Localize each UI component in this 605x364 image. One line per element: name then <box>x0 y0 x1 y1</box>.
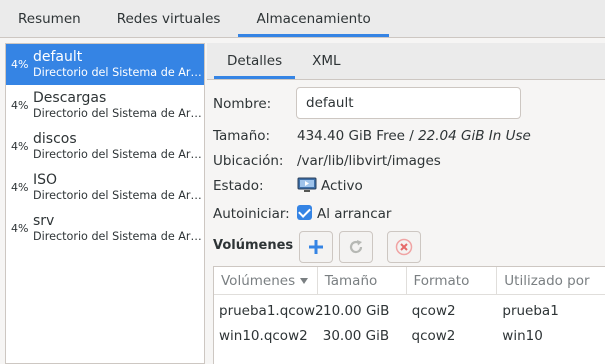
autostart-checkbox[interactable] <box>297 205 312 220</box>
column-header-utilizado-por[interactable]: Utilizado por <box>497 267 605 295</box>
running-icon <box>297 177 317 192</box>
plus-icon <box>309 240 323 254</box>
column-header-label: Volúmenes <box>221 273 296 289</box>
location-value: /var/lib/libvirt/images <box>297 153 441 169</box>
pool-description: Directorio del Sistema de Ar… <box>33 66 202 79</box>
size-label: Tamaño: <box>213 128 271 144</box>
pool-usage: 4% <box>11 58 29 71</box>
delete-volume-button[interactable] <box>387 231 421 263</box>
volume-size: 30.00 GiB <box>322 327 390 344</box>
pool-item-descargas[interactable]: 4% Descargas Directorio del Sistema de A… <box>6 85 204 126</box>
size-value: 434.40 GiB Free / 22.04 GiB In Use <box>297 128 531 144</box>
sort-down-icon <box>300 278 309 284</box>
refresh-volumes-button[interactable] <box>339 231 373 263</box>
pool-usage: 4% <box>11 99 29 112</box>
pool-description: Directorio del Sistema de Ar… <box>33 148 202 161</box>
column-header-formato[interactable]: Formato <box>407 267 498 295</box>
pool-description: Directorio del Sistema de Ar… <box>33 230 202 243</box>
volume-size: 10.00 GiB <box>323 302 390 319</box>
pool-name: default <box>33 49 83 65</box>
tab-almacenamiento[interactable]: Almacenamiento <box>238 0 390 37</box>
volume-name: prueba1.qcow2 <box>219 302 324 319</box>
volumes-heading: Volúmenes <box>213 238 294 253</box>
tab-xml[interactable]: XML <box>299 43 353 79</box>
size-in-use: 22.04 GiB In Use <box>418 128 531 144</box>
volume-format: qcow2 <box>411 302 456 319</box>
delete-icon <box>395 238 413 256</box>
pool-item-iso[interactable]: 4% ISO Directorio del Sistema de Ar… <box>6 167 204 208</box>
autostart-value: Al arrancar <box>317 206 392 222</box>
state-label: Estado: <box>213 178 264 194</box>
autostart-toggle[interactable]: Al arrancar <box>297 205 392 222</box>
storage-pool-list: 4% default Directorio del Sistema de Ar…… <box>5 43 205 364</box>
refresh-icon <box>349 240 363 254</box>
column-header-tamano[interactable]: Tamaño <box>318 267 407 295</box>
name-label: Nombre: <box>213 96 272 112</box>
volumes-table-header: Volúmenes Tamaño Formato Utilizado por <box>214 267 605 295</box>
pool-name-input[interactable] <box>296 87 521 119</box>
state-value-wrap: Activo <box>297 177 363 194</box>
pool-name: Descargas <box>33 90 107 106</box>
top-tab-bar: Resumen Redes virtuales Almacenamiento <box>0 0 605 38</box>
tab-resumen[interactable]: Resumen <box>0 0 99 37</box>
add-volume-button[interactable] <box>299 231 333 263</box>
column-header-volumenes[interactable]: Volúmenes <box>214 267 318 295</box>
pool-item-srv[interactable]: 4% srv Directorio del Sistema de Ar… <box>6 208 204 249</box>
table-row[interactable]: win10.qcow2 30.00 GiB qcow2 win10 <box>214 323 605 348</box>
location-label: Ubicación: <box>213 153 284 169</box>
size-free: 434.40 GiB Free / <box>297 128 414 144</box>
pool-usage: 4% <box>11 222 29 235</box>
volumes-table: Volúmenes Tamaño Formato Utilizado por p… <box>213 266 605 364</box>
pool-usage: 4% <box>11 181 29 194</box>
volume-name: win10.qcow2 <box>219 327 308 344</box>
tab-redes-virtuales[interactable]: Redes virtuales <box>99 0 239 37</box>
autostart-label: Autoiniciar: <box>213 206 290 222</box>
tab-detalles[interactable]: Detalles <box>214 43 296 79</box>
details-tab-bar: Detalles XML <box>207 43 605 80</box>
pool-description: Directorio del Sistema de Ar… <box>33 189 202 202</box>
pool-item-discos[interactable]: 4% discos Directorio del Sistema de Ar… <box>6 126 204 167</box>
pool-details-panel: Detalles XML Nombre: Tamaño: 434.40 GiB … <box>207 43 605 364</box>
pool-name: ISO <box>33 172 58 188</box>
state-value: Activo <box>321 178 363 194</box>
pool-name: srv <box>33 213 55 229</box>
volume-used-by: prueba1 <box>502 302 559 319</box>
volume-used-by: win10 <box>502 327 543 344</box>
volume-format: qcow2 <box>411 327 456 344</box>
pool-item-default[interactable]: 4% default Directorio del Sistema de Ar… <box>6 44 204 85</box>
pool-usage: 4% <box>11 140 29 153</box>
table-row[interactable]: prueba1.qcow2 10.00 GiB qcow2 prueba1 <box>214 298 605 323</box>
pool-name: discos <box>33 131 77 147</box>
pool-description: Directorio del Sistema de Ar… <box>33 107 202 120</box>
